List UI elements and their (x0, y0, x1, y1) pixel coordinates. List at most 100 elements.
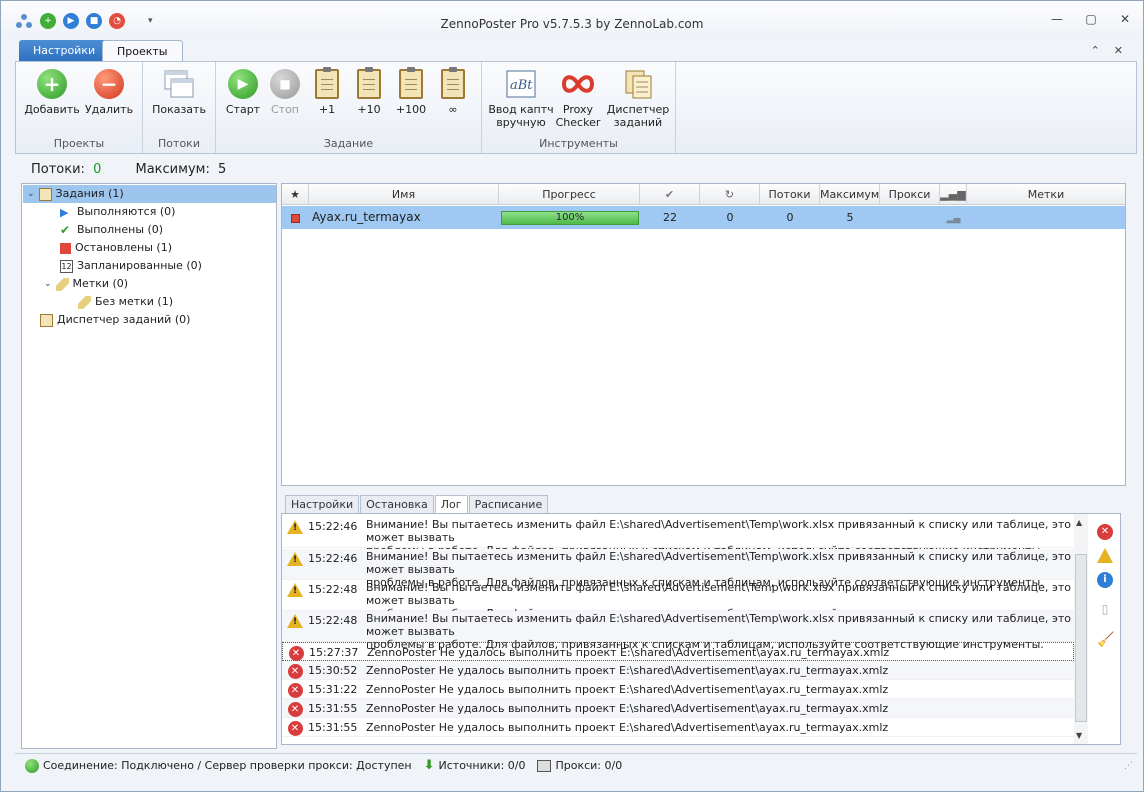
log-entry[interactable]: ! 15:22:48 Внимание! Вы пытаетесь измени… (282, 580, 1074, 620)
col-max[interactable]: Максимум (820, 184, 880, 205)
row-max: 5 (846, 211, 854, 224)
calendar-icon: 12 (60, 259, 73, 273)
row-done: 22 (663, 211, 677, 224)
error-icon: ✕ (287, 721, 303, 736)
error-icon: ✕ (287, 702, 303, 717)
status-ok-icon (25, 758, 39, 773)
filter-debug-icon[interactable]: ▯ (1097, 602, 1113, 618)
app-window: + ▶ ■ ◔ ▾ ZennoPoster Pro v5.7.5.3 by Ze… (0, 0, 1144, 792)
error-icon: ✕ (287, 683, 303, 698)
col-priority-bars[interactable]: ▂▄▆ (940, 184, 967, 205)
filter-errors-icon[interactable]: ✕ (1097, 524, 1113, 540)
tree-item-completed[interactable]: ✔ Выполнены (0) (60, 221, 163, 239)
scroll-down-icon[interactable]: ▼ (1076, 731, 1082, 740)
close-icon[interactable]: ✕ (1117, 12, 1133, 26)
threads-label: Потоки: (31, 162, 85, 177)
star-icon: ★ (290, 188, 300, 201)
tree-item-stopped[interactable]: Остановлены (1) (60, 239, 172, 257)
group-label: Задание (323, 137, 374, 150)
log-entry[interactable]: ! 15:22:46 Внимание! Вы пытаетесь измени… (282, 549, 1074, 589)
task-manager-button[interactable]: Диспетчер заданий (606, 68, 670, 129)
infinite-button[interactable]: ∞ (426, 67, 480, 116)
log-entry[interactable]: ! 15:22:46 Внимание! Вы пытаетесь измени… (282, 517, 1074, 557)
captcha-icon: aBt (506, 70, 536, 98)
col-threads[interactable]: Потоки (760, 184, 820, 205)
show-button[interactable]: Показать (151, 68, 207, 116)
clipboard-icon (441, 67, 465, 99)
log-entry[interactable]: ✕ 15:30:52 ZennoPoster Не удалось выполн… (282, 661, 1074, 680)
col-proxy[interactable]: Прокси (880, 184, 940, 205)
progress-text: 100% (555, 212, 585, 223)
tree-item-tasks[interactable]: ⌄ Задания (1) (23, 185, 276, 203)
col-tags[interactable]: Метки (967, 184, 1125, 205)
scroll-up-icon[interactable]: ▲ (1076, 518, 1082, 527)
sources-status: ⬇ Источники: 0/0 (423, 758, 526, 773)
tab-settings[interactable]: Настройки (19, 40, 110, 62)
log-entry[interactable]: ✕ 15:27:37 ZennoPoster Не удалось выполн… (282, 642, 1074, 661)
signal-bars-icon: ▂▄▆ (940, 188, 966, 201)
stop-icon (291, 213, 300, 223)
log-entry[interactable]: ✕ 15:31:55 ZennoPoster Не удалось выполн… (282, 718, 1074, 737)
collapse-icon[interactable]: ⌄ (27, 185, 35, 203)
col-done[interactable]: ✔ (640, 184, 700, 205)
col-name[interactable]: Имя (309, 184, 499, 205)
stop-icon: ■ (270, 69, 300, 99)
stop-icon (60, 242, 71, 254)
tree-item-untagged[interactable]: Без метки (1) (78, 293, 173, 311)
close-tab-icon[interactable]: ✕ (1114, 44, 1123, 57)
status-bar: Соединение: Подключено / Сервер проверки… (15, 753, 1137, 777)
resize-grip-icon[interactable]: ⋰ (1124, 761, 1133, 771)
tree-item-task-manager[interactable]: Диспетчер заданий (0) (40, 311, 190, 329)
threads-status: Потоки: 0 Максимум: 5 (31, 162, 226, 177)
tab-bottom-schedule[interactable]: Расписание (468, 495, 549, 513)
ribbon-group-tools: aBt Ввод каптч вручную Proxy Checker Дис… (482, 62, 676, 153)
add-icon: + (37, 69, 67, 99)
log-entry[interactable]: ✕ 15:31:22 ZennoPoster Не удалось выполн… (282, 680, 1074, 699)
row-name: Ayax.ru_termayax (312, 210, 421, 224)
table-row[interactable]: Ayax.ru_termayax 100% 22 0 0 5 ▂▄ (282, 206, 1125, 229)
filter-info-icon[interactable]: i (1097, 572, 1113, 588)
group-label: Потоки (158, 137, 200, 150)
max-value: 5 (217, 162, 227, 177)
tab-bottom-log[interactable]: Лог (434, 495, 468, 514)
download-icon: ⬇ (423, 758, 435, 773)
proxy-checker-button[interactable]: Proxy Checker (550, 68, 606, 129)
threads-value: 0 (93, 162, 102, 177)
task-table: ★ Имя Прогресс ✔ ↻ Потоки Максимум Прокс… (281, 183, 1126, 486)
warning-icon: ! (287, 520, 303, 534)
clipboard-icon (315, 67, 339, 99)
tree-item-tags[interactable]: ⌄ Метки (0) (44, 275, 128, 293)
tab-bottom-settings[interactable]: Настройки (285, 495, 360, 513)
row-progress-bar: 100% (501, 211, 639, 225)
tree-item-running[interactable]: ▶ Выполняются (0) (60, 203, 175, 221)
clipboard-icon (399, 67, 423, 99)
delete-button[interactable]: − Удалить (81, 68, 137, 116)
collapse-icon[interactable]: ⌄ (44, 275, 52, 293)
captcha-input-button[interactable]: aBt Ввод каптч вручную (486, 68, 556, 129)
scroll-thumb[interactable] (1075, 554, 1087, 722)
filter-warnings-icon[interactable] (1097, 548, 1113, 563)
collapse-ribbon-icon[interactable]: ⌃ (1091, 44, 1100, 57)
col-retries[interactable]: ↻ (700, 184, 760, 205)
log-scrollbar[interactable]: ▲ ▼ (1074, 514, 1088, 744)
warning-icon: ! (287, 583, 303, 597)
tree-item-scheduled[interactable]: 12 Запланированные (0) (60, 257, 202, 275)
tab-bottom-stop[interactable]: Остановка (360, 495, 434, 513)
col-priority[interactable]: ★ (282, 184, 309, 205)
add-button[interactable]: + Добавить (24, 68, 80, 116)
ribbon-group-task: ▶ Старт ■ Стоп +1 +10 +100 ∞ Задание (216, 62, 482, 153)
ribbon-group-threads: Показать Потоки (143, 62, 216, 153)
window-controls: — ▢ ✕ (1049, 12, 1133, 26)
refresh-icon: ↻ (724, 188, 735, 201)
minimize-icon[interactable]: — (1049, 12, 1065, 26)
tag-icon (78, 295, 91, 309)
col-progress[interactable]: Прогресс (499, 184, 640, 205)
clipboard-icon (357, 67, 381, 99)
log-entry[interactable]: ! 15:22:48 Внимание! Вы пытаетесь измени… (282, 611, 1074, 651)
tab-projects[interactable]: Проекты (102, 40, 183, 62)
tag-icon (55, 277, 69, 291)
maximize-icon[interactable]: ▢ (1083, 12, 1099, 26)
ribbon-controls: ⌃ ✕ (1091, 44, 1123, 57)
clear-log-icon[interactable]: 🧹 (1097, 632, 1114, 648)
log-entry[interactable]: ✕ 15:31:55 ZennoPoster Не удалось выполн… (282, 699, 1074, 718)
